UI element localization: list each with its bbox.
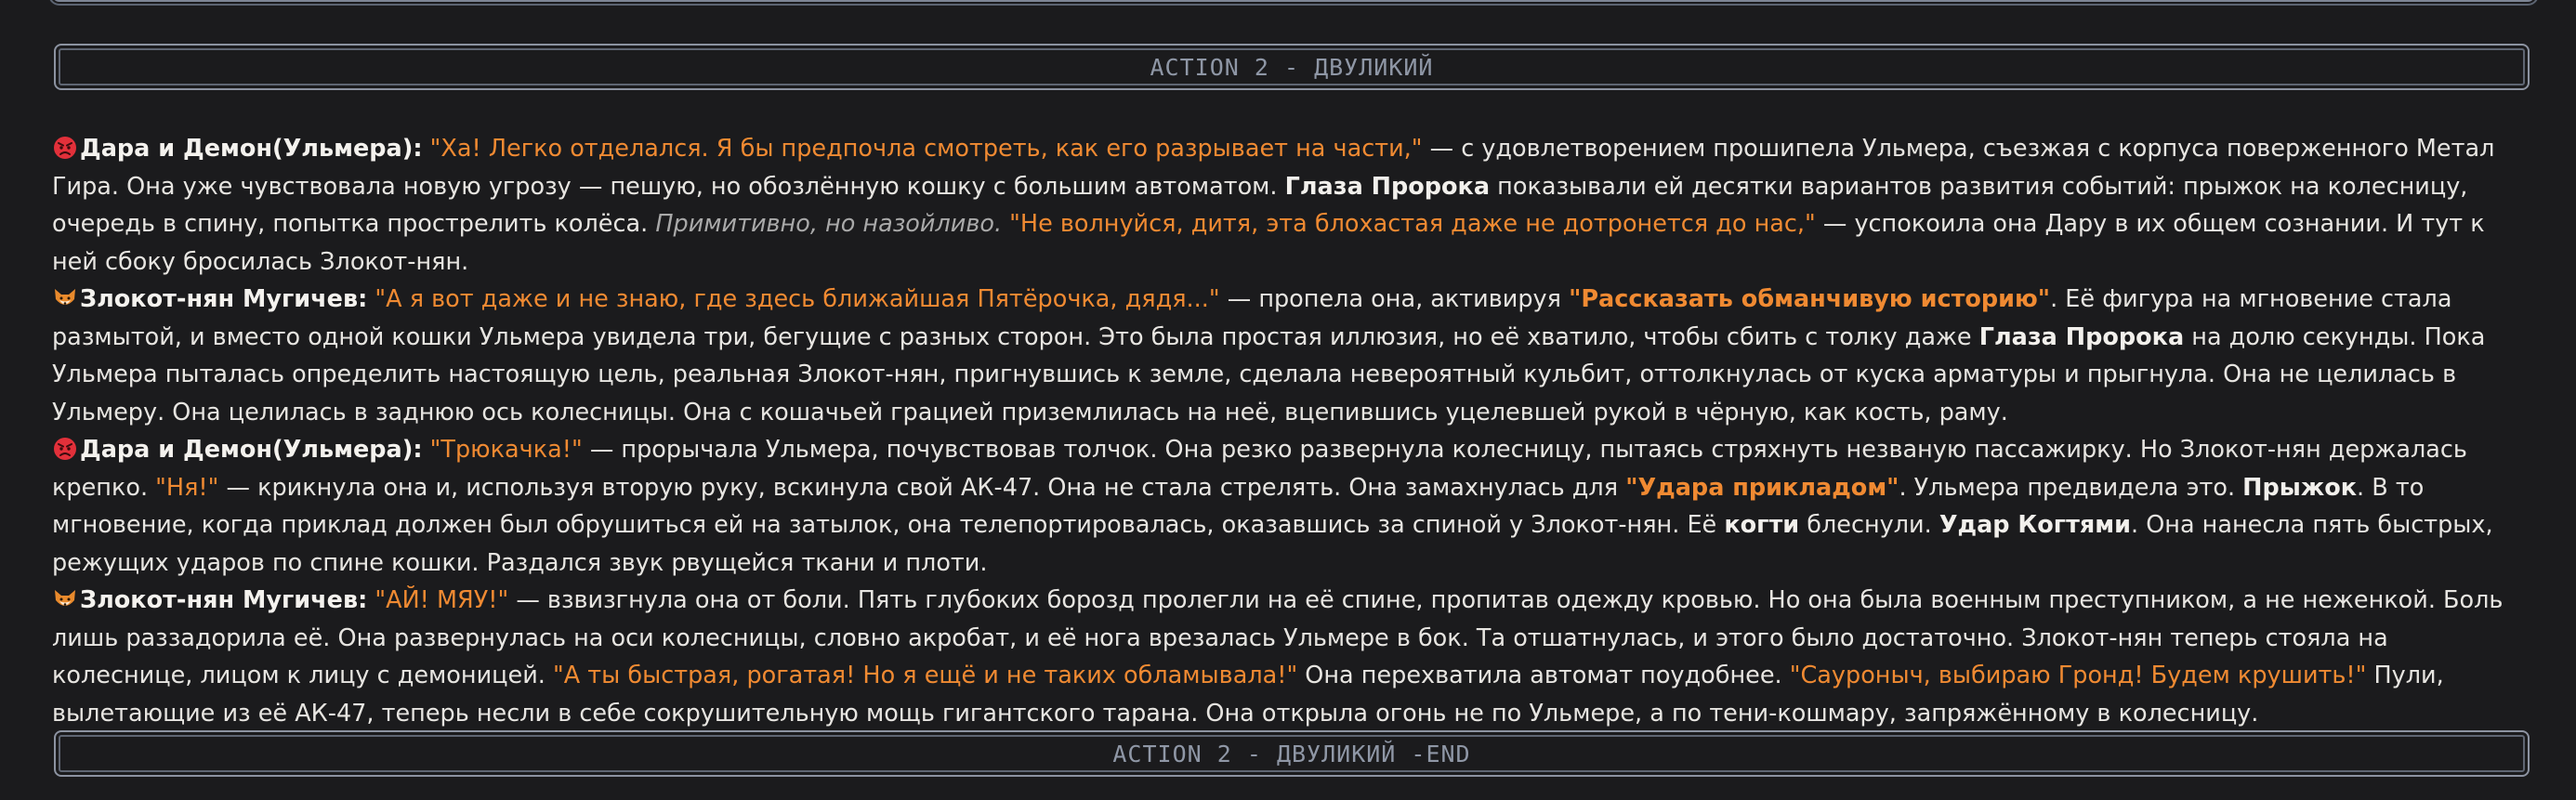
ability-name: когти — [1724, 511, 1800, 539]
narration: . Ульмера предвидела это. — [1899, 473, 2243, 502]
speaker-name: Злокот-нян Мугичев: — [80, 285, 368, 313]
action-end-title: ACTION 2 - ДВУЛИКИЙ -END — [1112, 740, 1471, 767]
ability-name: Прыжок — [2242, 473, 2358, 502]
story-text: Дара и Демон(Ульмера): "Ха! Легко отдела… — [52, 130, 2533, 732]
narration: — пропела она, активируя — [1219, 285, 1570, 313]
dialogue-quote: "Ня!" — [155, 473, 219, 502]
ability-name: Глаза Пророка — [1978, 322, 2185, 351]
speaker-name: Злокот-нян Мугичев: — [80, 586, 368, 614]
action-title: ACTION 2 - ДВУЛИКИЙ — [1150, 53, 1434, 81]
angry-face-icon — [54, 137, 76, 159]
inner-thought: Примитивно, но назойливо. — [655, 210, 1003, 238]
narration — [1002, 210, 1009, 238]
ability-name: Удар Когтями — [1939, 511, 2131, 539]
action-title-banner: ACTION 2 - ДВУЛИКИЙ — [54, 44, 2530, 90]
paragraph-zlokot-1: Злокот-нян Мугичев: "А я вот даже и не з… — [52, 281, 2533, 431]
ability-name: Глаза Пророка — [1284, 172, 1491, 201]
dialogue-quote: "Не волнуйся, дитя, эта блохастая даже н… — [1009, 210, 1816, 238]
angry-face-icon — [54, 438, 76, 460]
fox-face-icon — [55, 590, 75, 606]
dialogue-quote: "Трюкачка!" — [429, 436, 583, 464]
dialogue-quote: "Сауроныч, выбираю Гронд! Будем крушить!… — [1789, 662, 2367, 689]
narration: — крикнула она и, используя вторую руку,… — [218, 473, 1626, 502]
speaker-name: Дара и Демон(Ульмера): — [80, 135, 423, 163]
action-end-banner: ACTION 2 - ДВУЛИКИЙ -END — [54, 730, 2530, 777]
story-page: ACTION 2 - ДВУЛИКИЙ Дара и Демон(Ульмера… — [0, 0, 2576, 800]
paragraph-ulmera-1: Дара и Демон(Ульмера): "Ха! Легко отдела… — [52, 130, 2533, 281]
paragraph-ulmera-2: Дара и Демон(Ульмера): "Трюкачка!" — про… — [52, 431, 2533, 582]
dialogue-quote: "А ты быстрая, рогатая! Но я ещё и не та… — [552, 662, 1298, 689]
narration: блеснули. — [1799, 511, 1939, 539]
dialogue-quote: "АЙ! МЯУ!" — [375, 586, 509, 614]
previous-section-frame — [52, 0, 2535, 2]
speaker-name: Дара и Демон(Ульмера): — [80, 436, 423, 464]
ability-quote: "Рассказать обманчивую историю" — [1569, 285, 2051, 313]
ability-quote: "Удара прикладом" — [1625, 473, 1899, 502]
dialogue-quote: "Ха! Легко отделался. Я бы предпочла смо… — [429, 135, 1423, 163]
fox-face-icon — [55, 289, 75, 305]
dialogue-quote: "А я вот даже и не знаю, где здесь ближа… — [375, 285, 1220, 313]
narration: Она перехватила автомат поудобнее. — [1297, 662, 1790, 689]
paragraph-zlokot-2: Злокот-нян Мугичев: "АЙ! МЯУ!" — взвизгн… — [52, 582, 2533, 732]
